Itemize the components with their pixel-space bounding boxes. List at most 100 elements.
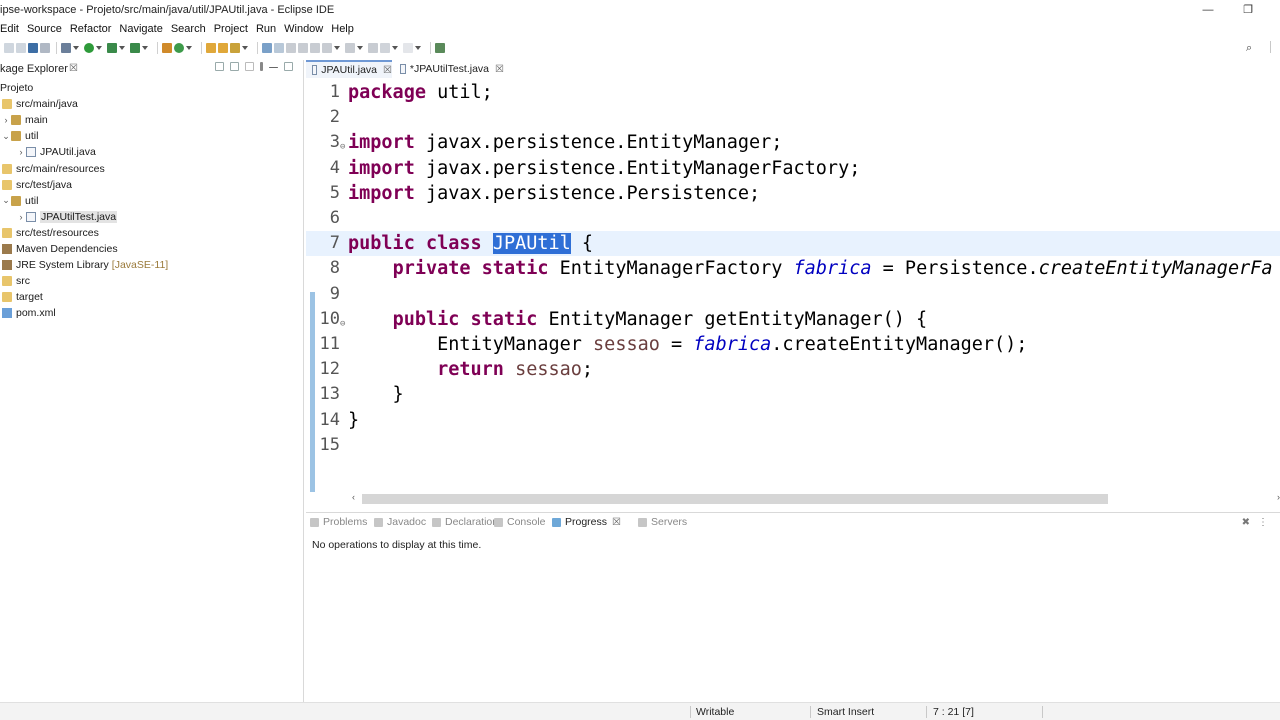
package-explorer-tab[interactable]: kage Explorer [0,63,68,75]
tree-item-label: main [25,114,48,127]
code-line[interactable]: 11 EntityManager sessao = fabrica.create… [306,332,1280,357]
tab-progress[interactable]: Progress ☒ [552,516,621,528]
horizontal-scrollbar[interactable]: ‹ › [352,492,1280,504]
tab-console[interactable]: Console [494,516,546,528]
tree-item[interactable]: › main [0,112,304,128]
tree-item[interactable]: src/test/java [0,177,304,193]
tree-item[interactable]: ⌄ util [0,128,304,144]
view-menu-icon[interactable] [260,62,263,71]
maximize-view-icon[interactable] [284,62,293,71]
menu-navigate[interactable]: Navigate [115,22,166,38]
save-all-icon[interactable] [16,43,26,53]
menu-source[interactable]: Source [23,22,66,38]
block-selection-icon[interactable] [298,43,308,53]
declaration-icon [432,517,441,527]
debug-icon[interactable] [61,43,71,53]
package-explorer-tabbar: kage Explorer ☒ [0,60,303,78]
remove-all-finished-icon[interactable]: ✖ [1242,517,1250,528]
last-edit-icon[interactable] [368,43,378,53]
menu-edit[interactable]: Edit [0,22,23,38]
menu-project[interactable]: Project [210,22,252,38]
code-line[interactable]: 13 } [306,382,1280,407]
code-line[interactable]: 7 public class JPAUtil { [306,231,1280,257]
tree-item[interactable]: › JPAUtilTest.java [0,209,304,225]
collapsed-chevron-icon[interactable]: › [16,212,26,222]
code-line[interactable]: 3 ⊖ import javax.persistence.EntityManager… [306,130,1280,155]
tab-jpautiltest-java[interactable]: *JPAUtilTest.java ☒ [396,60,504,78]
scrollbar-thumb[interactable] [362,494,1108,504]
external-tools-icon[interactable] [130,43,140,53]
scroll-left-icon[interactable]: ‹ [352,492,355,502]
pin-editor-icon[interactable] [435,43,445,53]
menu-run[interactable]: Run [252,22,280,38]
search-icon-tb[interactable] [230,43,240,53]
code-line[interactable]: 2 [306,105,1280,130]
mark-occurrences-icon[interactable] [274,43,284,53]
expanded-chevron-icon[interactable]: ⌄ [1,131,11,142]
next-annotation-icon[interactable] [322,43,332,53]
tree-item[interactable]: src/main/resources [0,160,304,176]
minimize-view-icon[interactable] [269,67,278,68]
minimize-button[interactable]: — [1198,2,1218,18]
code-line[interactable]: 12 return sessao; [306,357,1280,382]
tree-item[interactable]: src [0,273,304,289]
code-line[interactable]: 9 [306,282,1280,307]
tree-item[interactable]: › JPAUtil.java [0,144,304,160]
open-type-icon[interactable] [206,43,216,53]
close-icon[interactable]: ☒ [495,64,504,75]
code-line[interactable]: 10 ⊖ public static EntityManager getEntit… [306,307,1280,332]
tree-item[interactable]: src/test/resources [0,225,304,241]
code-text: } [348,409,360,431]
close-icon[interactable]: ☒ [69,63,78,74]
tab-servers[interactable]: Servers [638,516,687,528]
code-line[interactable]: 5 import javax.persistence.Persistence; [306,181,1280,206]
close-icon[interactable]: ☒ [383,65,392,76]
collapse-all-icon[interactable] [215,62,224,71]
coverage-icon[interactable] [107,43,117,53]
back-icon[interactable] [380,43,390,53]
collapsed-chevron-icon[interactable]: › [16,147,26,157]
collapsed-chevron-icon[interactable]: › [1,115,11,125]
code-line[interactable]: 4 import javax.persistence.EntityManagerF… [306,156,1280,181]
tab-jpautil-java[interactable]: JPAUtil.java ☒ [306,60,392,78]
word-wrap-icon[interactable] [286,43,296,53]
show-whitespace-icon[interactable] [310,43,320,53]
restore-button[interactable]: ❐ [1238,2,1258,18]
view-menu-icon[interactable]: ⋮ [1258,517,1268,528]
filter-icon[interactable] [245,62,254,71]
tab-javadoc[interactable]: Javadoc [374,516,426,528]
tree-item[interactable]: target [0,289,304,305]
link-with-editor-icon[interactable] [230,62,239,71]
expanded-chevron-icon[interactable]: ⌄ [1,195,11,206]
terminal-icon[interactable] [28,43,38,53]
menu-window[interactable]: Window [280,22,327,38]
tree-item[interactable]: Maven Dependencies [0,241,304,257]
menu-help[interactable]: Help [327,22,358,38]
open-task-icon[interactable] [218,43,228,53]
previous-annotation-icon[interactable] [345,43,355,53]
tree-item[interactable]: ⌄ util [0,193,304,209]
new-java-class-icon[interactable] [174,43,184,53]
tree-item[interactable]: pom.xml [0,305,304,321]
run-icon[interactable] [84,43,94,53]
new-java-package-icon[interactable] [162,43,172,53]
menu-refactor[interactable]: Refactor [66,22,116,38]
tab-problems[interactable]: Problems [310,516,367,528]
toggle-breadcrumb-icon[interactable] [262,43,272,53]
tree-item[interactable]: src/main/java [0,96,304,112]
code-line[interactable]: 6 [306,206,1280,231]
code-editor[interactable]: 1 package util; 2 3 ⊖ import javax.persistenc… [306,80,1280,490]
tree-item[interactable]: JRE System Library [JavaSE-11] [0,257,304,273]
code-line[interactable]: 14} [306,408,1280,433]
code-line[interactable]: 15 [306,433,1280,458]
search-icon[interactable]: ⌕ [1246,42,1252,55]
code-line[interactable]: 8 private static EntityManagerFactory fa… [306,256,1280,281]
tree-item[interactable]: Projeto [0,80,304,96]
forward-icon[interactable] [403,43,413,53]
tab-declaration[interactable]: Declaration [432,516,498,528]
menu-search[interactable]: Search [167,22,210,38]
close-icon[interactable]: ☒ [612,517,621,528]
skip-breakpoints-icon[interactable] [40,43,50,53]
new-icon[interactable] [4,43,14,53]
code-line[interactable]: 1 package util; [306,80,1280,105]
